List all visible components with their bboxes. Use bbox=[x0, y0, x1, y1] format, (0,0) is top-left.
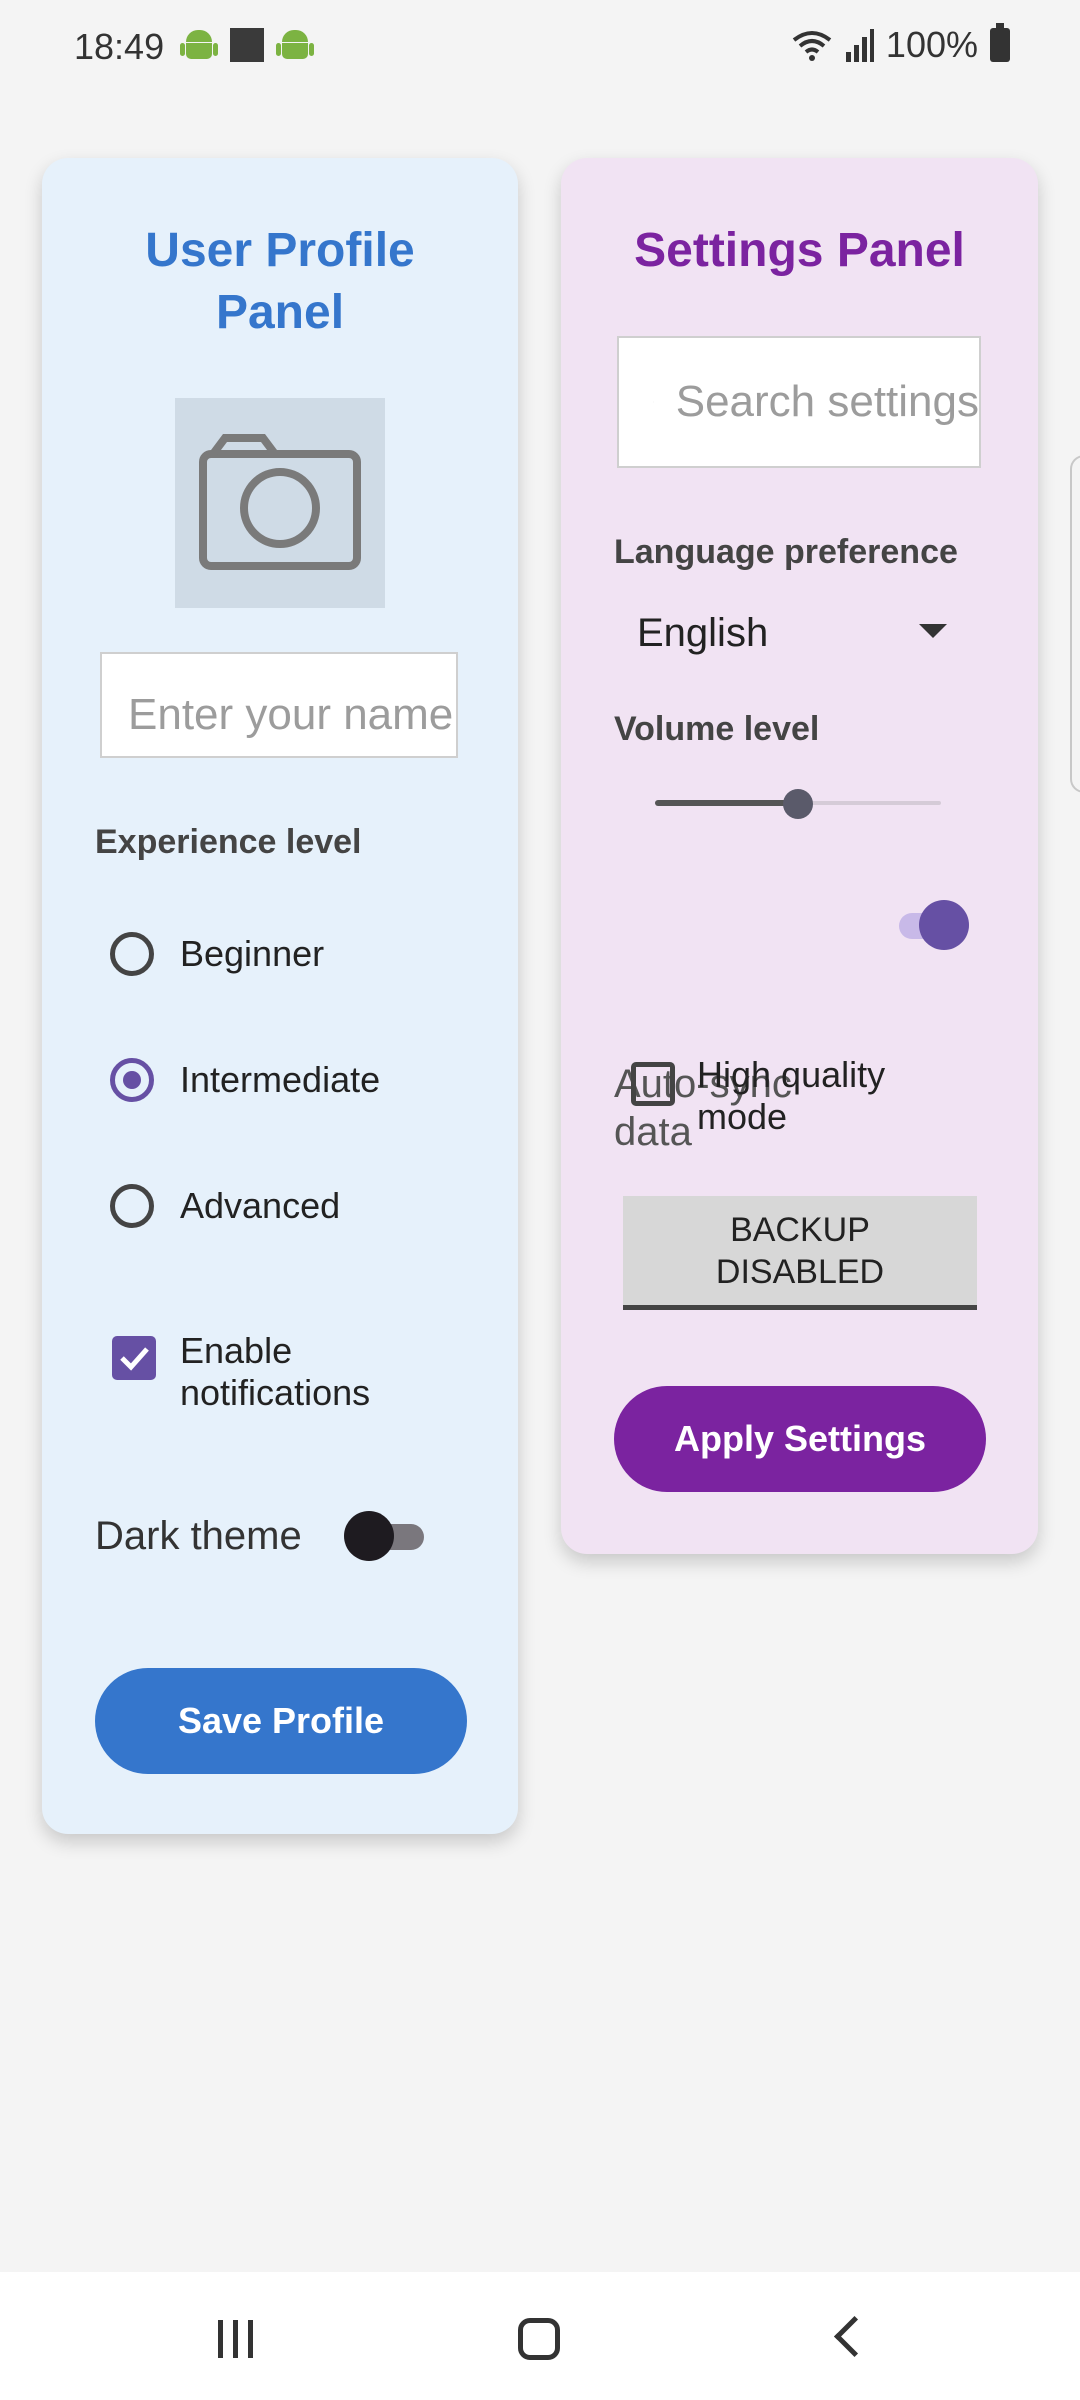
system-icons: 100% bbox=[792, 23, 1010, 66]
radio-beginner[interactable]: Beginner bbox=[110, 924, 324, 984]
square-icon bbox=[230, 28, 264, 62]
status-time: 18:49 bbox=[74, 26, 165, 67]
back-icon[interactable] bbox=[833, 2315, 876, 2358]
name-input[interactable]: Enter your name bbox=[100, 652, 458, 758]
chevron-down-icon bbox=[919, 624, 947, 638]
checkbox-icon[interactable] bbox=[631, 1062, 675, 1106]
navigation-bar bbox=[0, 2272, 1080, 2400]
radio-label: Intermediate bbox=[180, 1059, 381, 1100]
search-placeholder: Search settings bbox=[675, 377, 979, 426]
apply-settings-button[interactable]: Apply Settings bbox=[614, 1386, 986, 1492]
radio-label: Advanced bbox=[180, 1185, 341, 1226]
search-input[interactable]: Search settings bbox=[617, 336, 981, 468]
volume-label: Volume level bbox=[614, 710, 820, 748]
status-bar: 18:49 100% bbox=[0, 0, 1080, 95]
android-icon bbox=[180, 28, 218, 62]
notifications-checkbox-row[interactable]: Enable notifications bbox=[112, 1330, 400, 1414]
battery-percent: 100% bbox=[885, 24, 978, 65]
edge-panel-handle[interactable] bbox=[1070, 455, 1080, 793]
radio-icon[interactable] bbox=[110, 1184, 154, 1228]
experience-label: Experience level bbox=[95, 823, 362, 861]
user-panel-title: User Profile Panel bbox=[145, 224, 415, 339]
camera-icon bbox=[199, 434, 361, 570]
checkbox-checked-icon[interactable] bbox=[112, 1336, 156, 1380]
radio-label: Beginner bbox=[180, 933, 325, 974]
backup-button-label: BACKUP DISABLED bbox=[715, 1210, 885, 1291]
autosync-switch[interactable] bbox=[889, 900, 969, 950]
high-quality-label: High quality mode bbox=[697, 1054, 886, 1137]
language-label: Language preference bbox=[614, 533, 958, 571]
save-profile-button[interactable]: Save Profile bbox=[95, 1668, 467, 1774]
radio-checked-icon[interactable] bbox=[110, 1058, 154, 1102]
user-profile-panel: User Profile Panel Enter your name Exper… bbox=[42, 158, 518, 1834]
notifications-label: Enable notifications bbox=[180, 1330, 371, 1413]
battery-icon bbox=[990, 23, 1010, 62]
high-quality-checkbox-row[interactable]: High quality mode bbox=[631, 1054, 947, 1138]
settings-panel: Settings Panel Search settings Language … bbox=[561, 158, 1038, 1554]
radio-intermediate[interactable]: Intermediate bbox=[110, 1050, 380, 1110]
android-icon bbox=[276, 28, 314, 62]
slider-thumb[interactable] bbox=[783, 789, 813, 819]
notification-icons bbox=[180, 28, 314, 62]
language-dropdown[interactable]: English bbox=[617, 598, 977, 668]
backup-disabled-button[interactable]: BACKUP DISABLED bbox=[623, 1196, 977, 1310]
language-value: English bbox=[637, 610, 769, 655]
profile-photo[interactable] bbox=[175, 398, 385, 608]
settings-panel-title: Settings Panel bbox=[634, 224, 965, 277]
home-icon[interactable] bbox=[518, 2318, 560, 2360]
signal-icon bbox=[845, 29, 874, 62]
dark-theme-row: Dark theme bbox=[95, 1511, 424, 1561]
recents-icon[interactable] bbox=[218, 2320, 253, 2358]
dark-theme-label: Dark theme bbox=[95, 1513, 302, 1558]
search-icon bbox=[653, 401, 654, 403]
radio-icon[interactable] bbox=[110, 932, 154, 976]
wifi-icon bbox=[792, 31, 832, 61]
volume-slider[interactable] bbox=[655, 783, 941, 823]
dark-theme-switch[interactable] bbox=[343, 1511, 424, 1561]
radio-advanced[interactable]: Advanced bbox=[110, 1176, 340, 1236]
